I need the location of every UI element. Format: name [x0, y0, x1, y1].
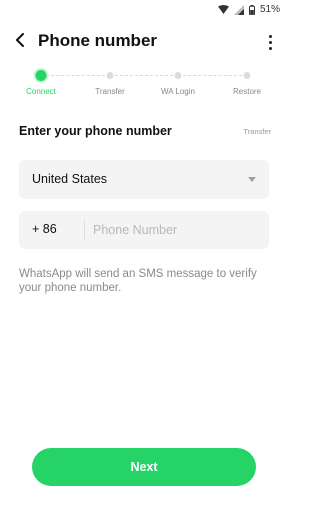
- status-icons: 51%: [217, 4, 280, 15]
- form-heading: Enter your phone number: [19, 124, 172, 138]
- app-bar: Phone number: [0, 26, 288, 58]
- country-value: United States: [32, 172, 108, 186]
- battery-percent: 51%: [259, 4, 280, 15]
- page-title: Phone number: [38, 31, 158, 50]
- wifi-icon: [217, 5, 229, 14]
- step-label-wa-login: WA Login: [161, 87, 195, 96]
- dropdown-triangle-icon: [248, 177, 256, 182]
- more-options-button[interactable]: [262, 30, 278, 54]
- more-vert-icon-dot: [268, 34, 272, 38]
- back-arrow-icon: [14, 32, 26, 52]
- back-button[interactable]: [8, 30, 32, 54]
- step-connector: [178, 75, 247, 76]
- sms-info-text: WhatsApp will send an SMS message to ver…: [19, 268, 257, 294]
- country-select[interactable]: United States: [19, 160, 269, 199]
- more-vert-icon-dot: [268, 46, 272, 50]
- phone-number-row: + 86: [19, 211, 269, 249]
- signal-icon: [233, 4, 244, 15]
- step-connector: [41, 75, 110, 76]
- more-vert-icon-dot: [268, 40, 272, 44]
- progress-stepper: Connect Transfer WA Login Restore: [0, 68, 288, 102]
- step-connector: [110, 75, 178, 76]
- step-dot-transfer: [106, 72, 114, 79]
- step-dot-wa-login: [174, 72, 182, 79]
- step-label-restore: Restore: [232, 87, 262, 96]
- next-button[interactable]: Next: [32, 448, 256, 486]
- transfer-link[interactable]: Transfer: [243, 127, 271, 136]
- battery-icon: [248, 4, 255, 15]
- step-label-transfer: Transfer: [95, 87, 125, 96]
- phone-number-input[interactable]: [93, 211, 263, 249]
- step-dot-connect: [35, 70, 47, 81]
- code-divider: [84, 220, 85, 240]
- status-bar: 51%: [0, 0, 288, 22]
- country-code[interactable]: + 86: [32, 222, 57, 236]
- step-dot-restore: [243, 72, 251, 79]
- step-label-connect: Connect: [26, 87, 56, 96]
